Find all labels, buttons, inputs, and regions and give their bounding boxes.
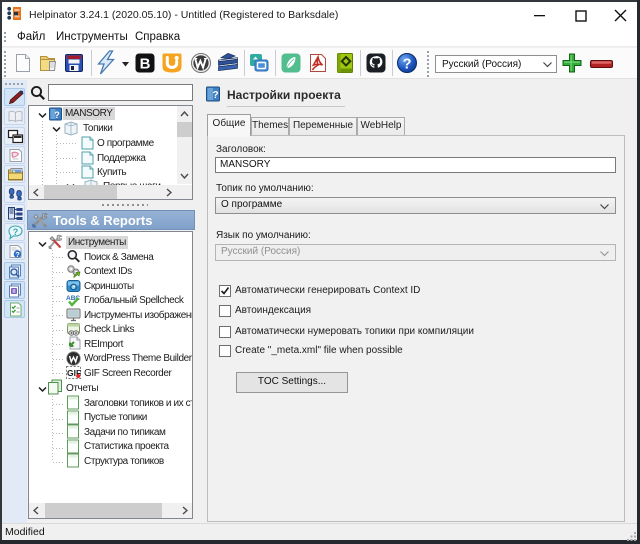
svg-text:?: ? [403,56,412,72]
svg-text:B: B [140,56,151,73]
svg-text:?: ? [212,90,218,101]
svg-text:?: ? [54,110,60,120]
svg-text:?: ? [13,227,19,237]
svg-text:?: ? [15,250,20,259]
